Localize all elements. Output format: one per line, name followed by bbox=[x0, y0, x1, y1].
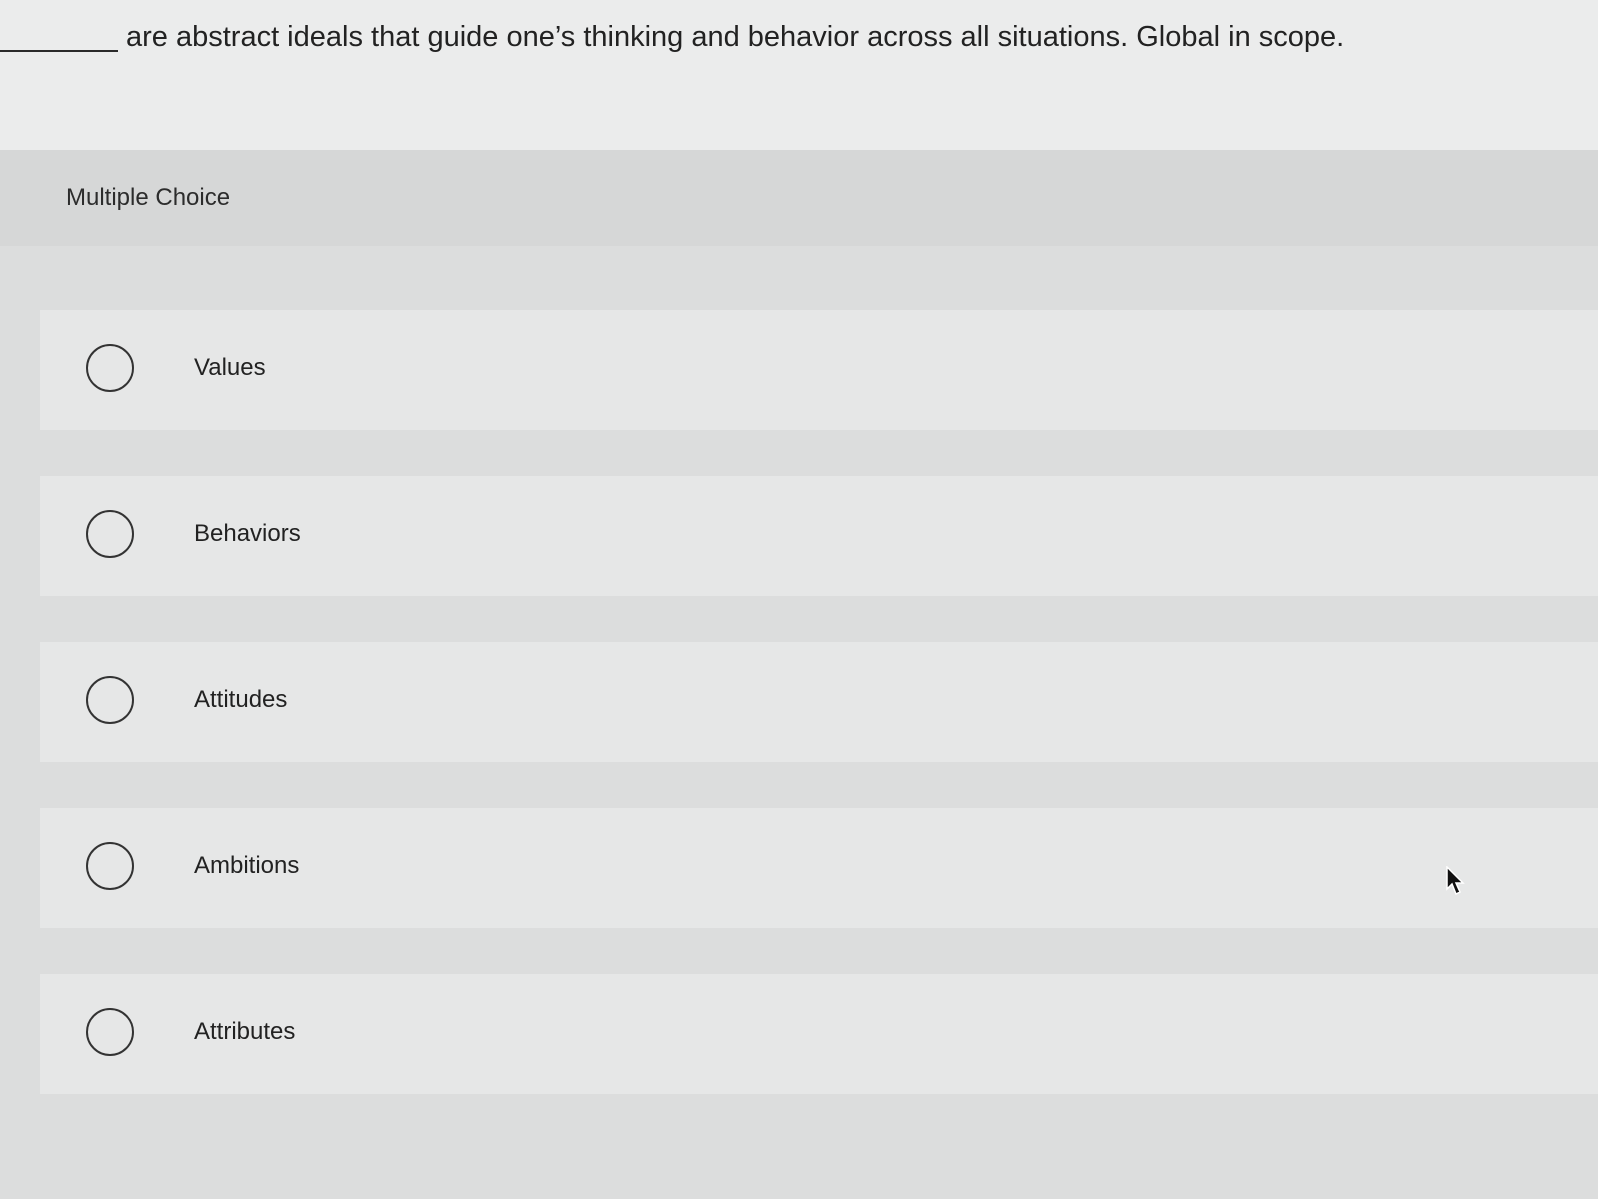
option-label: Attitudes bbox=[194, 686, 288, 713]
answer-panel: Multiple Choice Values Behaviors Attitud… bbox=[0, 150, 1598, 1199]
radio-button[interactable] bbox=[86, 510, 134, 558]
answer-blank bbox=[0, 20, 118, 52]
option-behaviors[interactable]: Behaviors bbox=[40, 476, 1598, 596]
option-label: Attributes bbox=[194, 1018, 296, 1045]
option-values[interactable]: Values bbox=[40, 310, 1598, 430]
option-label: Ambitions bbox=[194, 852, 300, 879]
option-label: Behaviors bbox=[194, 520, 301, 547]
radio-button[interactable] bbox=[86, 344, 134, 392]
options-list: Values Behaviors Attitudes Ambitions Att… bbox=[40, 310, 1598, 1140]
question-text: are abstract ideals that guide one’s thi… bbox=[126, 21, 1345, 53]
radio-button[interactable] bbox=[86, 1008, 134, 1056]
radio-button[interactable] bbox=[86, 842, 134, 890]
question-area: are abstract ideals that guide one’s thi… bbox=[0, 0, 1598, 150]
option-attitudes[interactable]: Attitudes bbox=[40, 642, 1598, 762]
option-label: Values bbox=[194, 354, 266, 381]
panel-header: Multiple Choice bbox=[0, 150, 1598, 246]
question-stem: are abstract ideals that guide one’s thi… bbox=[0, 14, 1344, 59]
radio-button[interactable] bbox=[86, 676, 134, 724]
question-type-label: Multiple Choice bbox=[66, 184, 231, 211]
option-ambitions[interactable]: Ambitions bbox=[40, 808, 1598, 928]
option-attributes[interactable]: Attributes bbox=[40, 974, 1598, 1094]
